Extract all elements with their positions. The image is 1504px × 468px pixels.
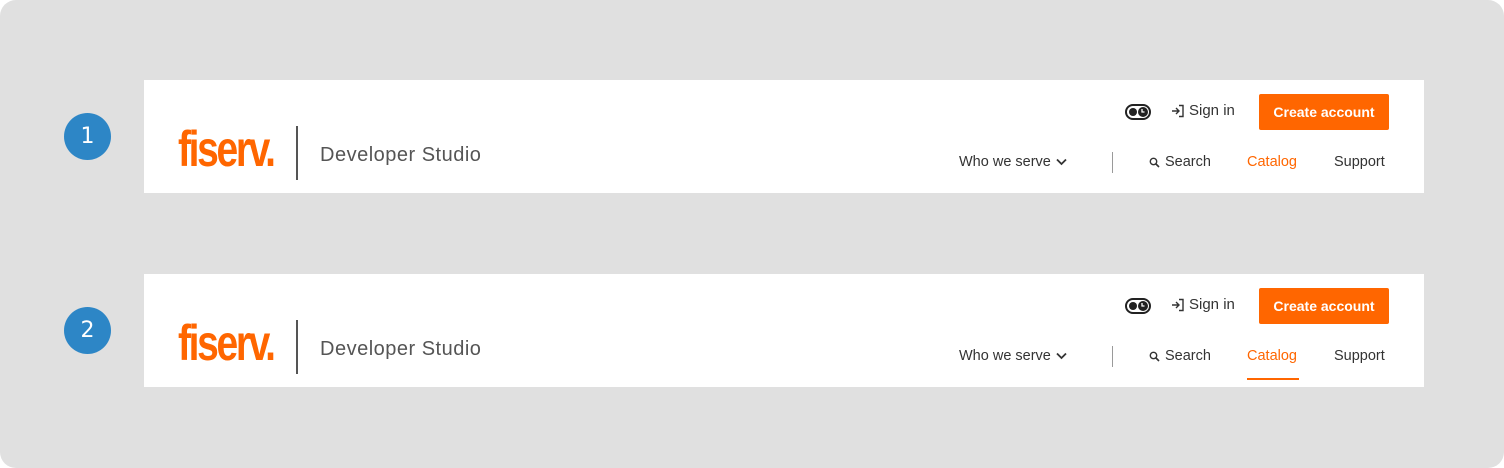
site-header: fiserv. Developer Studio Sign in Create …: [144, 274, 1424, 387]
nav-support[interactable]: Support: [1334, 348, 1385, 364]
chevron-down-icon: [1056, 352, 1067, 360]
sign-in-icon: [1172, 298, 1184, 311]
create-account-button[interactable]: Create account: [1259, 94, 1389, 130]
theme-toggle-icon[interactable]: [1125, 298, 1151, 314]
create-account-button[interactable]: Create account: [1259, 288, 1389, 324]
product-name: Developer Studio: [320, 338, 482, 360]
nav-search-label: Search: [1165, 348, 1211, 364]
sign-in-label: Sign in: [1189, 296, 1235, 313]
fiserv-logo[interactable]: fiserv.: [178, 318, 276, 368]
logo-divider: [296, 320, 298, 374]
variant-number-badge: 2: [64, 307, 111, 354]
search-icon: [1149, 351, 1160, 362]
theme-toggle-icon[interactable]: [1125, 104, 1151, 120]
comparison-canvas: 1 fiserv. Developer Studio Sign in Creat…: [0, 0, 1504, 468]
nav-divider: [1112, 152, 1113, 173]
sign-in-link[interactable]: Sign in: [1171, 296, 1235, 313]
nav-search[interactable]: Search: [1149, 348, 1211, 364]
sign-in-icon: [1172, 104, 1184, 117]
nav-support[interactable]: Support: [1334, 154, 1385, 170]
site-header: fiserv. Developer Studio Sign in Create …: [144, 80, 1424, 193]
logo-divider: [296, 126, 298, 180]
sign-in-label: Sign in: [1189, 102, 1235, 119]
active-nav-underline: [1247, 378, 1299, 380]
fiserv-logo[interactable]: fiserv.: [178, 124, 276, 174]
nav-who-we-serve[interactable]: Who we serve: [959, 348, 1067, 364]
search-icon: [1149, 157, 1160, 168]
nav-who-we-serve[interactable]: Who we serve: [959, 154, 1067, 170]
nav-search[interactable]: Search: [1149, 154, 1211, 170]
nav-divider: [1112, 346, 1113, 367]
variant-number-badge: 1: [64, 113, 111, 160]
nav-who-we-serve-label: Who we serve: [959, 348, 1051, 364]
chevron-down-icon: [1056, 158, 1067, 166]
product-name: Developer Studio: [320, 144, 482, 166]
nav-catalog[interactable]: Catalog: [1247, 154, 1297, 170]
sign-in-link[interactable]: Sign in: [1171, 102, 1235, 119]
nav-who-we-serve-label: Who we serve: [959, 154, 1051, 170]
nav-catalog[interactable]: Catalog: [1247, 348, 1297, 364]
nav-search-label: Search: [1165, 154, 1211, 170]
